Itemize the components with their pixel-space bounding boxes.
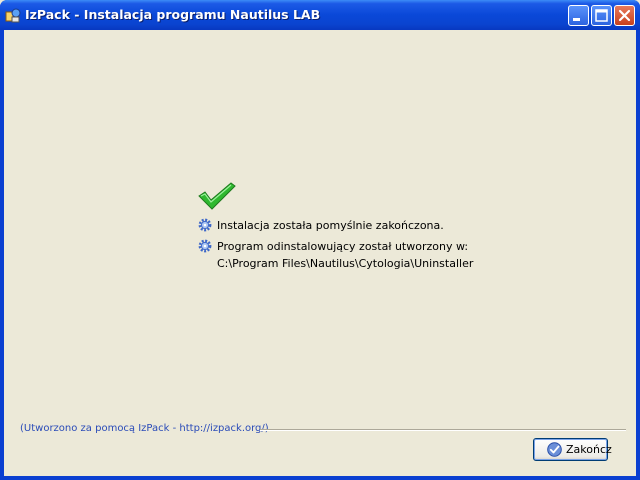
message-install-success: Instalacja została pomyślnie zakończona. [217,219,444,232]
gear-icon [198,218,212,232]
close-icon [618,9,631,22]
maximize-button[interactable] [591,5,612,26]
finish-button[interactable]: Zakończ [533,438,612,461]
izpack-app-icon [5,8,21,23]
finish-button-label: Zakończ [566,443,612,456]
maximize-icon [595,9,608,22]
minimize-icon [573,18,580,21]
uninstaller-path: C:\Program Files\Nautilus\Cytologia\Unin… [217,257,474,270]
title-bar[interactable]: IzPack - Instalacja programu Nautilus LA… [0,0,640,30]
gear-icon [198,239,212,253]
minimize-button[interactable] [568,5,589,26]
footer-separator [260,429,626,431]
message-uninstaller-created: Program odinstalowujący został utworzony… [217,240,469,253]
close-button[interactable] [614,5,635,26]
green-checkmark-icon [198,182,236,210]
installer-panel: Instalacja została pomyślnie zakończona.… [4,30,636,476]
window-title: IzPack - Instalacja programu Nautilus LA… [25,7,321,22]
checkmark-circle-icon [547,442,562,457]
installer-window: IzPack - Instalacja programu Nautilus LA… [0,0,640,480]
izpack-credit: (Utworzono za pomocą IzPack - http://izp… [20,423,269,434]
